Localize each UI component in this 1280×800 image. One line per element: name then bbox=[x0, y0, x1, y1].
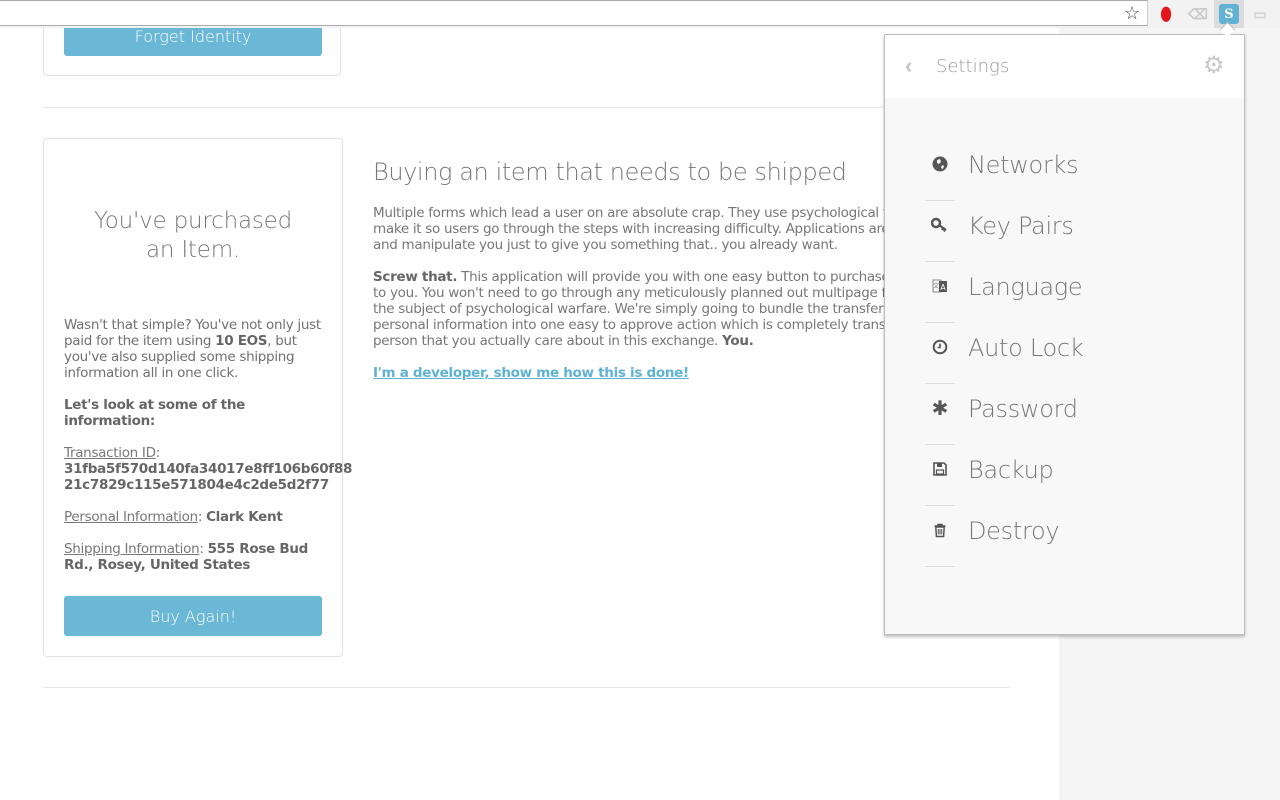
address-bar[interactable] bbox=[0, 0, 1148, 26]
svg-text:文: 文 bbox=[933, 282, 939, 290]
globe-icon bbox=[931, 155, 949, 173]
other-extension-icon[interactable]: ▭ bbox=[1250, 4, 1270, 24]
separator bbox=[925, 444, 955, 445]
gear-icon[interactable]: ⚙ bbox=[1203, 53, 1225, 79]
separator bbox=[925, 322, 955, 323]
separator bbox=[925, 566, 955, 567]
trash-icon bbox=[931, 521, 949, 539]
section-divider-bottom bbox=[43, 687, 1010, 688]
popup-header: ‹ Settings ⚙ bbox=[885, 35, 1244, 98]
purchase-card-body: Wasn't that simple? You've not only just… bbox=[64, 317, 353, 589]
scatter-extension-icon[interactable]: S bbox=[1219, 4, 1239, 24]
menu-item-key-pairs[interactable]: Key Pairs bbox=[925, 202, 1225, 263]
menu-item-destroy[interactable]: Destroy bbox=[925, 507, 1225, 568]
transaction-info: Transaction ID: 31fba5f570d140fa34017e8ff… bbox=[64, 445, 353, 493]
language-icon: A文 bbox=[931, 277, 949, 295]
menu-item-networks[interactable]: Networks bbox=[925, 141, 1225, 202]
transaction-id: 31fba5f570d140fa34017e8ff106b60f88 21c782… bbox=[64, 461, 353, 493]
browser-toolbar: ☆ ⬮ ⌫ S ▭ bbox=[0, 0, 1280, 28]
purchase-card-title: You've purchased an Item. bbox=[93, 208, 293, 263]
menu-item-auto-lock[interactable]: Auto Lock bbox=[925, 324, 1225, 385]
developer-link[interactable]: I'm a developer, show me how this is don… bbox=[373, 365, 689, 381]
separator bbox=[925, 261, 955, 262]
svg-text:A: A bbox=[940, 283, 946, 292]
opera-extension-icon[interactable]: ⬮ bbox=[1156, 4, 1176, 24]
separator bbox=[925, 200, 955, 201]
adblock-extension-icon[interactable]: ⌫ bbox=[1188, 4, 1208, 24]
menu-item-language[interactable]: A文 Language bbox=[925, 263, 1225, 324]
section-divider bbox=[43, 107, 1010, 108]
settings-menu: Networks Key Pairs A文 Language Auto Lock bbox=[925, 141, 1225, 568]
purchase-intro: Wasn't that simple? You've not only just… bbox=[64, 317, 321, 381]
asterisk-icon: ✱ bbox=[931, 397, 949, 420]
settings-popup: ‹ Settings ⚙ Networks Key Pairs A文 Langu… bbox=[884, 34, 1245, 635]
save-icon bbox=[931, 460, 949, 478]
menu-item-backup[interactable]: Backup bbox=[925, 446, 1225, 507]
back-icon[interactable]: ‹ bbox=[905, 53, 912, 79]
clock-icon bbox=[931, 338, 949, 356]
popup-title: Settings bbox=[936, 56, 1010, 77]
info-heading: Let's look at some of the information: bbox=[64, 397, 245, 429]
personal-value: Clark Kent bbox=[206, 509, 283, 525]
star-icon[interactable]: ☆ bbox=[1124, 3, 1140, 23]
separator bbox=[925, 505, 955, 506]
key-icon bbox=[931, 216, 949, 234]
personal-info: Personal Information: Clark Kent bbox=[64, 509, 283, 525]
buy-again-button[interactable]: Buy Again! bbox=[64, 596, 322, 636]
menu-item-password[interactable]: ✱ Password bbox=[925, 385, 1225, 446]
paid-amount: 10 EOS bbox=[215, 333, 268, 349]
separator bbox=[925, 383, 955, 384]
shipping-info: Shipping Information: 555 Rose Bud Rd., R… bbox=[64, 541, 308, 573]
